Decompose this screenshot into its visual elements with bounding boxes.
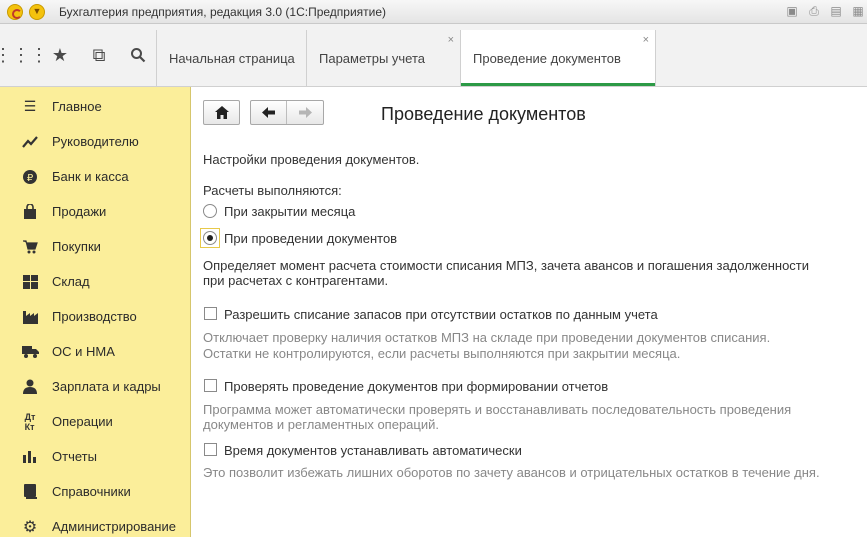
radio-on-posting-label[interactable]: При проведении документов [224,231,397,246]
sidebar-item-administration[interactable]: ⚙ Администрирование [0,509,191,537]
tab-home-page[interactable]: Начальная страница [156,30,306,86]
toolbar: ⋮⋮⋮ ★ ⧉ [0,24,156,86]
history-icon[interactable]: ⧉ [81,37,117,73]
checkbox-check-posting-hint-2: документов и регламентных операций. [203,417,439,432]
grid-icon[interactable]: ▦ [849,2,867,20]
sidebar-item-production[interactable]: Производство [0,299,191,334]
sidebar-item-main[interactable]: ☰ Главное [0,89,191,124]
sidebar-item-label: Зарплата и кадры [52,379,161,394]
tab-label: Параметры учета [319,50,426,66]
main-content: Проведение документов Настройки проведен… [192,88,867,537]
app-logo-icon [7,3,23,20]
truck-icon [21,343,39,361]
sidebar-item-fixed-assets[interactable]: ОС и НМА [0,334,191,369]
book-icon [21,483,39,501]
tab-document-posting[interactable]: Проведение документов × [460,30,656,86]
search-icon[interactable] [120,37,156,73]
close-icon[interactable]: × [643,34,649,46]
star-icon[interactable]: ★ [42,37,78,73]
sidebar-item-label: Операции [52,414,113,429]
sidebar-item-label: ОС и НМА [52,344,115,359]
arrow-left-icon [262,107,275,118]
sidebar-item-label: Отчеты [52,449,97,464]
sidebar-item-catalogs[interactable]: Справочники [0,474,191,509]
checkbox-allow-writeoff-hint-2: Остатки не контролируются, если расчеты … [203,346,681,361]
menu-lines-icon: ☰ [23,98,37,114]
history-nav [250,100,324,125]
radio-month-close-label[interactable]: При закрытии месяца [224,204,355,219]
checkbox-allow-writeoff-hint-1: Отключает проверку наличия остатков МПЗ … [203,330,771,345]
close-icon[interactable]: × [448,34,454,46]
tab-label: Начальная страница [169,50,295,66]
person-icon [21,378,39,396]
apps-grid-icon[interactable]: ⋮⋮⋮ [0,37,48,73]
forward-button[interactable] [287,101,323,124]
warehouse-grid-icon [21,273,39,291]
sidebar-item-label: Производство [52,309,137,324]
home-button[interactable] [203,100,240,125]
checkbox-check-posting-label[interactable]: Проверять проведение документов при форм… [224,379,608,394]
sidebar-item-salary[interactable]: Зарплата и кадры [0,369,191,404]
sidebar-item-label: Продажи [52,204,107,219]
sidebar-item-bank[interactable]: ₽ Банк и касса [0,159,191,194]
intro-text: Настройки проведения документов. [203,152,420,167]
tab-accounting-settings[interactable]: Параметры учета × [306,30,460,86]
sidebar-item-purchases[interactable]: Покупки [0,229,191,264]
print-icon[interactable]: ⎙ [805,2,823,20]
sidebar-item-label: Покупки [52,239,101,254]
radio-description-line-1: Определяет момент расчета стоимости спис… [203,258,810,273]
sidebar-item-label: Руководителю [52,134,139,149]
cart-icon [21,238,39,256]
checkbox-allow-writeoff-label[interactable]: Разрешить списание запасов при отсутстви… [224,307,658,322]
checkbox-auto-time[interactable] [204,443,217,456]
sidebar-item-manager[interactable]: Руководителю [0,124,191,159]
home-icon [214,106,229,119]
ruble-coin-icon: ₽ [21,168,39,186]
window-title: Бухгалтерия предприятия, редакция 3.0 (1… [59,4,387,19]
checkbox-auto-time-hint: Это позволит избежать лишних оборотов по… [203,465,820,480]
radio-month-close[interactable] [203,204,217,218]
title-bar: ▼ Бухгалтерия предприятия, редакция 3.0 … [0,0,867,24]
sidebar-item-label: Администрирование [52,519,176,534]
sidebar-item-label: Главное [52,99,102,114]
save-icon[interactable]: ▣ [783,2,801,20]
debit-credit-icon: Дт Кт [24,411,36,432]
sidebar-item-sales[interactable]: Продажи [0,194,191,229]
back-button[interactable] [251,101,287,124]
page-title: Проведение документов [381,104,586,124]
sidebar-item-label: Банк и касса [52,169,129,184]
checkbox-allow-writeoff[interactable] [204,307,217,320]
arrow-right-icon [298,107,312,118]
checkbox-check-posting[interactable] [204,379,217,392]
checkbox-check-posting-hint-1: Программа может автоматически проверять … [203,402,792,417]
calc-label: Расчеты выполняются: [203,183,342,198]
svg-text:₽: ₽ [27,173,34,184]
title-tools: ▣ ⎙ ▤ ▦ [779,2,867,20]
radio-description-line-2: при расчетах с контрагентами. [203,273,389,288]
main-menu-button[interactable]: ▼ [29,3,45,20]
tab-label: Проведение документов [473,50,621,66]
trend-up-icon [21,133,39,151]
sidebar-item-reports[interactable]: Отчеты [0,439,191,474]
bar-chart-icon [21,448,39,466]
sidebar-item-operations[interactable]: Дт Кт Операции [0,404,191,439]
sidebar: ☰ Главное Руководителю ₽ Банк и касса Пр… [0,87,191,537]
shopping-bag-icon [21,203,39,221]
radio-on-posting[interactable] [203,231,217,245]
sidebar-item-warehouse[interactable]: Склад [0,264,191,299]
calendar-icon[interactable]: ▤ [827,2,845,20]
tab-bar: ⋮⋮⋮ ★ ⧉ Начальная страница Параметры уче… [0,24,867,87]
sidebar-item-label: Справочники [52,484,131,499]
factory-icon [21,308,39,326]
gear-icon: ⚙ [22,518,38,536]
sidebar-item-label: Склад [52,274,90,289]
checkbox-auto-time-label[interactable]: Время документов устанавливать автоматич… [224,443,522,458]
